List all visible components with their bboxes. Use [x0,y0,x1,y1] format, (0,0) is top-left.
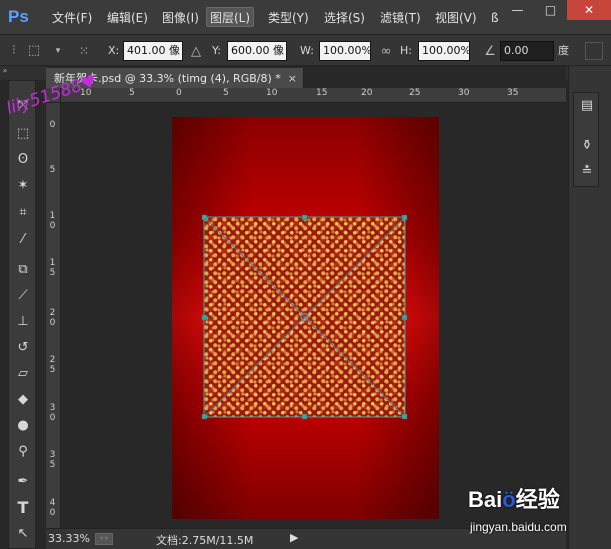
minimize-button[interactable]: — [501,0,534,20]
magic-wand-tool-icon[interactable]: ✶ [12,175,34,197]
dodge-tool-icon[interactable]: ⚲ [12,441,34,463]
tools-panel: ⤧ ⬚ ʘ ✶ ⌗ ⁄ ⧉ ⟋ ⊥ ↺ ▱ ◆ ● ⚲ ✒ T ↖ [8,80,36,549]
transform-handle [401,214,408,221]
transform-handle [401,413,408,420]
marquee-tool-icon[interactable]: ⬚ [12,123,34,145]
ruler-tick-label: 15 [316,88,328,98]
transform-handle [401,314,408,321]
free-transform-box[interactable] [61,103,566,528]
ruler-tick-label: 1 5 [49,258,56,278]
close-button[interactable]: ✕ [567,0,611,20]
menu-type[interactable]: 类型(Y) [266,8,311,28]
panel-grip-icon: ⁝ [11,43,17,58]
photoshop-logo: Ps [8,7,29,26]
x-label: X: [108,44,120,57]
zoom-level[interactable]: 33.33% [48,532,90,545]
ruler-tick-label: 30 [458,88,470,98]
menu-bar: Ps 文件(F) 编辑(E) 图像(I) 图层(L) 类型(Y) 选择(S) 滤… [0,0,611,34]
blur-tool-icon[interactable]: ● [12,415,34,437]
h-label: H: [400,44,412,57]
ruler-tick-label: 2 5 [49,355,56,375]
path-selection-tool-icon[interactable]: ↖ [12,523,34,545]
canvas-area[interactable] [61,103,566,528]
width-field[interactable]: 100.00% [319,41,371,61]
transform-tool-icon[interactable]: ⬚ [24,41,44,61]
x-field[interactable]: 401.00 像 [123,41,183,61]
baidu-site-url: jingyan.baidu.com [470,520,567,534]
menu-view[interactable]: 视图(V) [433,8,479,28]
transform-handle [301,413,308,420]
link-icon[interactable]: ∞ [376,42,396,62]
eyedropper-tool-icon[interactable]: ⁄ [12,229,34,251]
toolbar-collapse-strip[interactable]: » [0,66,46,80]
eraser-tool-icon[interactable]: ▱ [12,363,34,385]
angle-icon: ∠ [484,44,496,59]
type-tool-icon[interactable]: T [12,497,34,519]
menu-select[interactable]: 选择(S) [322,8,367,28]
transform-handle [201,314,208,321]
pen-tool-icon[interactable]: ✒ [12,471,34,493]
healing-brush-tool-icon[interactable]: ⧉ [12,259,34,281]
ruler-tick-label: 3 0 [49,403,56,423]
brush-tool-icon[interactable]: ⟋ [12,285,34,307]
baidu-paw-icon: ö [502,487,516,512]
brush-presets-icon[interactable]: ⚱ [576,135,598,157]
ruler-tick-label: 5 [129,88,135,98]
vertical-ruler[interactable]: 0 5 1 0 1 5 2 0 2 5 3 0 3 5 4 0 [46,103,61,528]
ruler-tick-label: 10 [266,88,278,98]
transform-handle [201,413,208,420]
menu-edit[interactable]: 编辑(E) [105,8,150,28]
window-controls: — □ ✕ [501,0,611,20]
transform-handle [301,214,308,221]
ruler-tick-label: 5 [49,165,56,175]
menu-more[interactable]: ß [489,8,501,28]
ruler-tick-label: 25 [409,88,421,98]
menu-file[interactable]: 文件(F) [50,8,94,28]
ruler-tick-label: 35 [507,88,519,98]
transform-handle [201,214,208,221]
clone-stamp-tool-icon[interactable]: ⊥ [12,311,34,333]
height-field[interactable]: 100.00% [418,41,470,61]
reference-point-icon[interactable]: ⁙ [74,41,94,61]
horizontal-ruler[interactable]: 10 5 0 5 10 15 20 25 30 35 [61,88,566,103]
baidu-brand-text: Bai [468,487,503,512]
maximize-button[interactable]: □ [534,0,567,20]
menu-layer[interactable]: 图层(L) [206,7,255,27]
options-bar: ⁝ ⬚ ▾ ⁙ X: 401.00 像 △ Y: 600.00 像 W: 100… [0,34,611,66]
angle-field[interactable]: 0.00 [500,41,554,61]
chevron-down-icon[interactable]: ▾ [48,41,68,61]
baidu-suffix-text: 经验 [515,487,560,512]
baidu-logo: Baiö经验 [468,482,560,514]
status-options-icon[interactable]: ◦◦ [95,533,113,545]
document-tab-bar: 新年贺卡.psd @ 33.3% (timg (4), RGB/8) * × [46,68,566,90]
menu-filter[interactable]: 滤镜(T) [378,8,423,28]
document-size: 文档:2.75M/11.5M [156,534,254,547]
ruler-tick-label: 20 [361,88,373,98]
history-brush-tool-icon[interactable]: ↺ [12,337,34,359]
ruler-tick-label: 0 [176,88,182,98]
interpolation-icon[interactable] [585,42,603,60]
right-panel-buttons: ▤ ⚱ ≛ [573,92,599,187]
w-label: W: [300,44,314,57]
ruler-tick-label: 2 0 [49,308,56,328]
ruler-tick-label: 3 5 [49,450,56,470]
clone-source-icon[interactable]: ≛ [576,161,598,183]
ruler-tick-label: 0 [49,120,56,130]
paint-bucket-tool-icon[interactable]: ◆ [12,389,34,411]
ruler-tick-label: 4 0 [49,498,56,518]
ruler-tick-label: 1 0 [49,211,56,231]
menu-image[interactable]: 图像(I) [160,8,201,28]
delta-icon[interactable]: △ [186,42,206,62]
crop-tool-icon[interactable]: ⌗ [12,202,34,224]
y-label: Y: [212,44,221,57]
status-menu-arrow-icon[interactable]: ▶ [290,531,298,544]
history-panel-icon[interactable]: ▤ [576,95,598,117]
lasso-tool-icon[interactable]: ʘ [12,149,34,171]
baidu-jingyan-watermark: Baiö经验 jingyan.baidu.com [468,482,608,544]
close-tab-icon[interactable]: × [288,68,297,90]
y-field[interactable]: 600.00 像 [227,41,287,61]
photoshop-window: Ps 文件(F) 编辑(E) 图像(I) 图层(L) 类型(Y) 选择(S) 滤… [0,0,611,549]
angle-unit: 度 [558,44,569,57]
ruler-tick-label: 5 [223,88,229,98]
